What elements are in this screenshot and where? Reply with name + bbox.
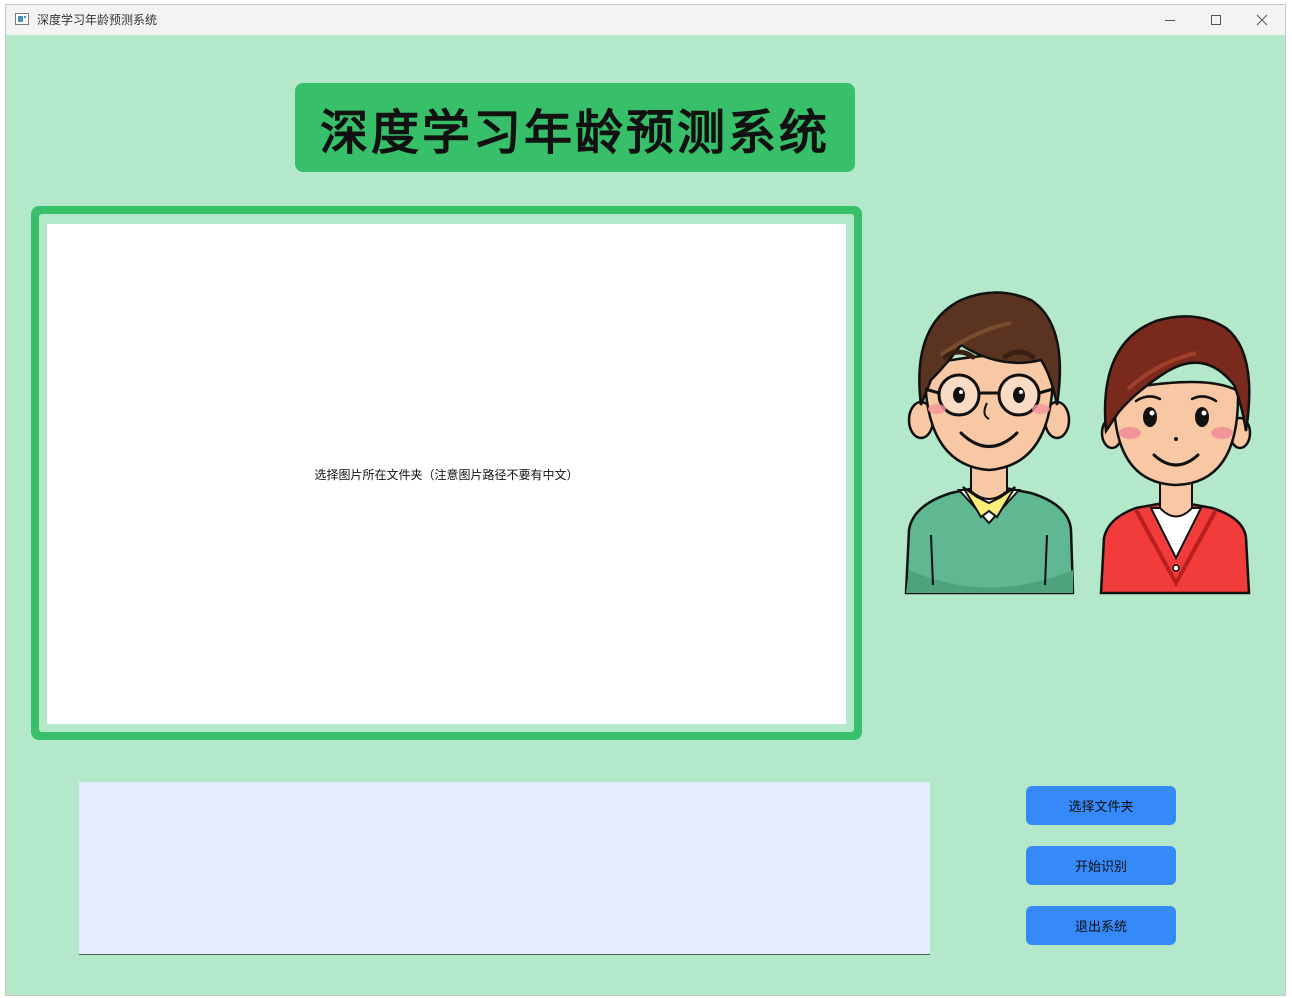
- close-button[interactable]: [1239, 5, 1285, 35]
- page-title-banner: 深度学习年龄预测系统: [295, 83, 855, 172]
- select-folder-button[interactable]: 选择文件夹: [1026, 786, 1176, 825]
- main-window: 深度学习年龄预测系统 深度学习年龄预测系统 选择图片所在文件夹（注意图片路径不要…: [5, 4, 1286, 996]
- maximize-icon: [1211, 15, 1221, 25]
- close-icon: [1256, 14, 1268, 26]
- people-illustration: [904, 291, 1252, 595]
- man-with-glasses-avatar: [904, 291, 1075, 595]
- image-placeholder-text: 选择图片所在文件夹（注意图片路径不要有中文）: [314, 467, 579, 482]
- image-display-frame: 选择图片所在文件夹（注意图片路径不要有中文）: [31, 206, 862, 740]
- exit-system-button[interactable]: 退出系统: [1026, 906, 1176, 945]
- title-bar[interactable]: 深度学习年龄预测系统: [6, 5, 1285, 35]
- start-recognition-button[interactable]: 开始识别: [1026, 846, 1176, 885]
- woman-avatar: [1099, 315, 1252, 595]
- result-output-box[interactable]: [79, 782, 930, 955]
- app-window-icon: [15, 13, 29, 25]
- minimize-icon: [1165, 20, 1175, 21]
- window-title: 深度学习年龄预测系统: [37, 13, 158, 27]
- maximize-button[interactable]: [1193, 5, 1239, 35]
- minimize-button[interactable]: [1147, 5, 1193, 35]
- image-display-area: 选择图片所在文件夹（注意图片路径不要有中文）: [47, 224, 846, 724]
- page-title: 深度学习年龄预测系统: [319, 104, 830, 161]
